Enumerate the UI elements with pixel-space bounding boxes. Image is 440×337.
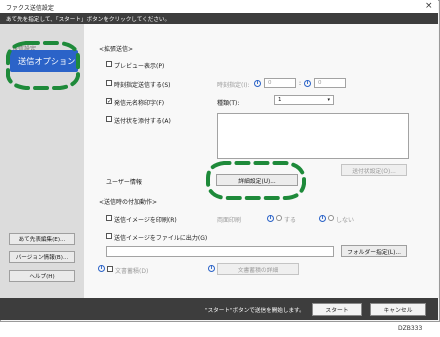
sidebar-highlight [6,41,80,90]
highlight-callouts [6,41,306,200]
detail-button-highlight [206,161,306,200]
